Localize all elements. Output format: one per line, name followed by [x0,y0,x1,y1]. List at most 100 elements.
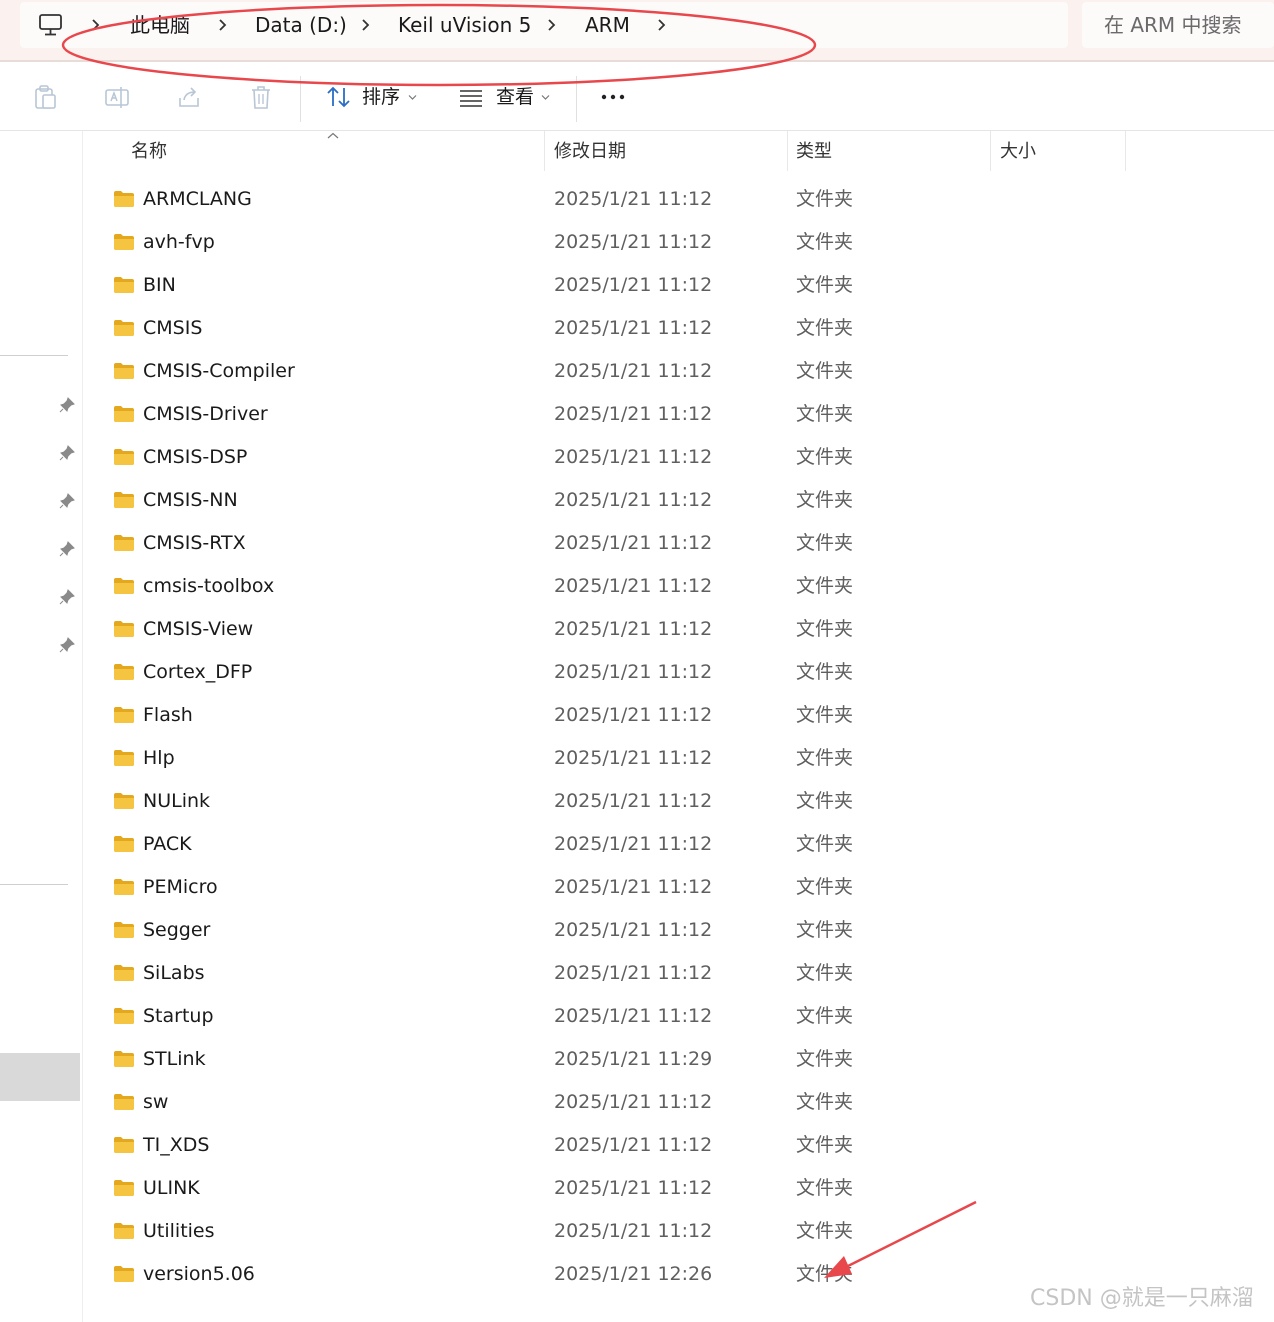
folder-icon [114,535,134,551]
file-row[interactable]: Utilities 2025/1/21 11:12 文件夹 [83,1210,1183,1253]
file-name: avh-fvp [143,231,215,253]
breadcrumb-chevron-icon[interactable] [90,13,102,37]
file-row[interactable]: Cortex_DFP 2025/1/21 11:12 文件夹 [83,651,1183,694]
breadcrumb-chevron-icon[interactable] [546,13,558,37]
breadcrumb-item-data-drive[interactable]: Data (D:) [255,13,347,37]
folder-icon [114,1137,134,1153]
file-row[interactable]: cmsis-toolbox 2025/1/21 11:12 文件夹 [83,565,1183,608]
file-modified-date: 2025/1/21 11:12 [554,1134,713,1156]
breadcrumb-chevron-icon[interactable] [360,13,372,37]
file-type: 文件夹 [796,1005,854,1027]
file-row[interactable]: CMSIS-DSP 2025/1/21 11:12 文件夹 [83,436,1183,479]
rename-icon[interactable] [104,84,130,110]
file-row[interactable]: CMSIS-Driver 2025/1/21 11:12 文件夹 [83,393,1183,436]
file-row[interactable]: version5.06 2025/1/21 12:26 文件夹 [83,1253,1183,1296]
pin-icon[interactable] [58,588,76,606]
view-icon[interactable] [458,84,484,110]
file-name: Hlp [143,747,175,769]
file-row[interactable]: avh-fvp 2025/1/21 11:12 文件夹 [83,221,1183,264]
file-row[interactable]: Startup 2025/1/21 11:12 文件夹 [83,995,1183,1038]
address-bar[interactable]: 此电脑 Data (D:) Keil uVision 5 ARM [20,2,1068,48]
column-divider[interactable] [544,131,545,171]
pin-icon[interactable] [58,636,76,654]
more-options-icon[interactable] [600,84,626,110]
file-modified-date: 2025/1/21 11:12 [554,747,713,769]
breadcrumb-item-keil[interactable]: Keil uVision 5 [398,13,531,37]
column-header-date[interactable]: 修改日期 [554,141,626,163]
pin-icon[interactable] [58,492,76,510]
file-row[interactable]: PACK 2025/1/21 11:12 文件夹 [83,823,1183,866]
file-name: Segger [143,919,211,941]
delete-icon[interactable] [248,84,274,110]
file-modified-date: 2025/1/21 11:12 [554,446,713,468]
folder-icon [114,492,134,508]
column-divider[interactable] [1125,131,1126,171]
chevron-down-icon[interactable] [541,94,550,101]
sidebar-selected-item[interactable] [0,1053,80,1101]
file-name: CMSIS-View [143,618,254,640]
file-row[interactable]: CMSIS-NN 2025/1/21 11:12 文件夹 [83,479,1183,522]
search-placeholder[interactable]: 在 ARM 中搜索 [1104,13,1242,37]
command-bar: 排序 查看 [0,62,1274,130]
pin-icon[interactable] [58,540,76,558]
file-type: 文件夹 [796,532,854,554]
breadcrumb-item-this-pc[interactable]: 此电脑 [130,13,190,37]
file-row[interactable]: ARMCLANG 2025/1/21 11:12 文件夹 [83,178,1183,221]
file-row[interactable]: BIN 2025/1/21 11:12 文件夹 [83,264,1183,307]
view-button[interactable]: 查看 [496,86,534,108]
file-modified-date: 2025/1/21 11:12 [554,317,713,339]
pin-icon[interactable] [58,444,76,462]
file-name: PACK [143,833,192,855]
file-row[interactable]: CMSIS-View 2025/1/21 11:12 文件夹 [83,608,1183,651]
file-modified-date: 2025/1/21 11:12 [554,1005,713,1027]
file-row[interactable]: CMSIS-RTX 2025/1/21 11:12 文件夹 [83,522,1183,565]
file-name: ARMCLANG [143,188,252,210]
file-row[interactable]: STLink 2025/1/21 11:29 文件夹 [83,1038,1183,1081]
column-header-name[interactable]: 名称 [131,141,167,163]
search-box[interactable]: 在 ARM 中搜索 [1082,2,1274,48]
folder-icon [114,922,134,938]
file-name: Startup [143,1005,214,1027]
file-row[interactable]: CMSIS-Compiler 2025/1/21 11:12 文件夹 [83,350,1183,393]
file-row[interactable]: Hlp 2025/1/21 11:12 文件夹 [83,737,1183,780]
breadcrumb-chevron-icon[interactable] [217,13,229,37]
chevron-down-icon[interactable] [408,94,417,101]
file-row[interactable]: ULINK 2025/1/21 11:12 文件夹 [83,1167,1183,1210]
file-row[interactable]: Flash 2025/1/21 11:12 文件夹 [83,694,1183,737]
pin-icon[interactable] [58,396,76,414]
file-row[interactable]: TI_XDS 2025/1/21 11:12 文件夹 [83,1124,1183,1167]
file-type: 文件夹 [796,575,854,597]
sort-icon[interactable] [326,84,352,110]
file-name: CMSIS-RTX [143,532,246,554]
folder-icon [114,1180,134,1196]
file-name: sw [143,1091,169,1113]
file-row[interactable]: Segger 2025/1/21 11:12 文件夹 [83,909,1183,952]
column-divider[interactable] [787,131,788,171]
column-header-type[interactable]: 类型 [796,141,832,163]
file-row[interactable]: CMSIS 2025/1/21 11:12 文件夹 [83,307,1183,350]
file-name: CMSIS [143,317,203,339]
breadcrumb-item-arm[interactable]: ARM [585,13,630,37]
breadcrumb-chevron-icon[interactable] [656,13,668,37]
file-row[interactable]: SiLabs 2025/1/21 11:12 文件夹 [83,952,1183,995]
share-icon[interactable] [176,84,202,110]
paste-icon[interactable] [32,84,58,110]
file-row[interactable]: sw 2025/1/21 11:12 文件夹 [83,1081,1183,1124]
file-modified-date: 2025/1/21 11:12 [554,962,713,984]
file-name: TI_XDS [143,1134,210,1156]
file-row[interactable]: PEMicro 2025/1/21 11:12 文件夹 [83,866,1183,909]
sort-button[interactable]: 排序 [362,86,400,108]
address-bar-strip: 此电脑 Data (D:) Keil uVision 5 ARM 在 ARM 中… [0,0,1274,60]
column-header-size[interactable]: 大小 [1000,141,1036,163]
file-type: 文件夹 [796,704,854,726]
file-modified-date: 2025/1/21 11:12 [554,188,713,210]
column-divider[interactable] [990,131,991,171]
file-type: 文件夹 [796,919,854,941]
folder-icon [114,191,134,207]
file-row[interactable]: NULink 2025/1/21 11:12 文件夹 [83,780,1183,823]
file-modified-date: 2025/1/21 11:12 [554,833,713,855]
file-type: 文件夹 [796,1177,854,1199]
file-modified-date: 2025/1/21 11:12 [554,274,713,296]
file-type: 文件夹 [796,360,854,382]
this-pc-icon[interactable] [38,13,64,37]
